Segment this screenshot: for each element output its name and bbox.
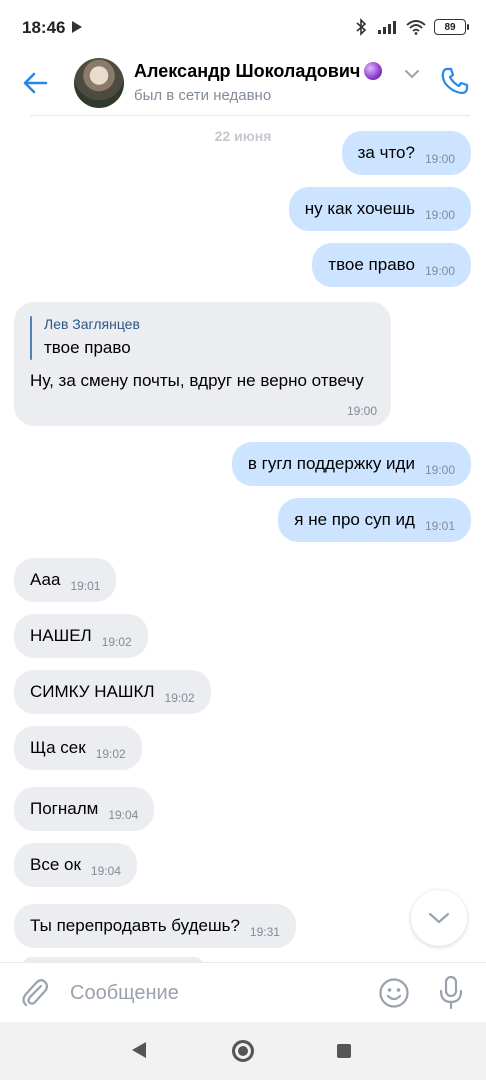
message-text: твое право [328,255,415,274]
message-bubble-outgoing[interactable]: в гугл поддержку иди 19:00 [231,442,471,486]
message-time: 19:00 [424,463,455,477]
message-composer [0,962,486,1022]
message-text: Ща сек [30,738,86,757]
message-bubble-incoming-reply[interactable]: Лев Заглянцев твое право Ну, за смену по… [14,302,391,426]
message-time: 19:04 [108,808,139,822]
status-bar: 18:46 89 [0,0,486,56]
message-bubble-incoming[interactable]: Ааа 19:01 [14,558,117,602]
message-text: в гугл поддержку иди [247,454,415,473]
message-bubble-incoming[interactable]: НАШЕЛ 19:02 [14,614,148,658]
message-list[interactable]: 22 июня за что? 19:00 ну как хочешь 19:0… [0,112,486,962]
message-time: 19:04 [90,864,121,878]
message-text: Погналм [30,799,99,818]
message-time: 19:01 [424,519,455,533]
message-time: 19:01 [70,579,101,593]
message-time: 19:00 [424,208,455,222]
message-text: НАШЕЛ [30,626,92,645]
reply-quoted-text[interactable]: твое право [44,338,131,358]
status-time: 18:46 [22,18,66,37]
avatar[interactable] [74,58,124,108]
message-time: 19:00 [346,404,377,418]
message-text: ну как хочешь [304,199,415,218]
message-time: 19:00 [424,264,455,278]
paperclip-icon[interactable] [20,977,50,1009]
message-bubble-outgoing[interactable]: твое право 19:00 [312,243,471,287]
message-time: 19:02 [101,635,132,649]
message-bubble-incoming[interactable]: СИМКУ НАШКЛ 19:02 [14,670,211,714]
message-time: 19:02 [164,691,195,705]
message-bubble-incoming[interactable]: Ты перепродавть будешь? 19:31 [14,904,296,948]
system-nav-bar [0,1022,486,1080]
message-bubble-incoming[interactable]: Погналм 19:04 [14,787,155,831]
contact-name-row[interactable]: Александр Шоколадович [134,61,383,82]
nav-recent-icon[interactable] [337,1044,351,1058]
nav-back-icon[interactable] [132,1042,146,1058]
message-text: Ты перепродавть будешь? [30,916,240,935]
back-arrow-icon[interactable] [18,66,52,100]
scroll-down-button[interactable] [411,890,467,946]
contact-status: был в сети недавно [134,87,272,104]
reply-author[interactable]: Лев Заглянцев [44,316,140,332]
microphone-icon[interactable] [438,975,464,1011]
crystal-ball-emoji [364,62,383,80]
message-bubble-outgoing[interactable]: за что? 19:00 [341,131,471,175]
message-bubble-outgoing[interactable]: ну как хочешь 19:00 [288,187,471,231]
phone-icon[interactable] [440,66,470,96]
chat-header: Александр Шоколадович был в сети недавно [0,56,486,112]
bluetooth-icon [356,18,367,36]
chevron-down-icon[interactable] [404,68,420,80]
quote-bar [30,316,32,360]
play-icon [72,21,82,33]
message-text: за что? [357,143,415,162]
smile-icon[interactable] [378,977,410,1009]
divider [30,112,470,116]
message-bubble-outgoing[interactable]: я не про суп ид 19:01 [278,498,471,542]
message-text: СИМКУ НАШКЛ [30,682,155,701]
battery-icon: 89 [434,19,469,35]
signal-icon [378,21,396,34]
chevron-down-icon [428,912,450,924]
message-text: Все ок [30,855,81,874]
message-bubble-incoming[interactable]: Ща сек 19:02 [14,726,142,770]
message-time: 19:00 [424,152,455,166]
message-time: 19:02 [95,747,126,761]
message-text: Ааа [30,570,61,589]
contact-name[interactable]: Александр Шоколадович [134,61,360,81]
wifi-icon [406,20,426,35]
nav-home-icon[interactable] [232,1040,254,1062]
message-bubble-incoming[interactable]: Все ок 19:04 [14,843,137,887]
status-icons: 89 [354,18,469,36]
message-text: я не про суп ид [294,510,415,529]
message-text: Ну, за смену почты, вдруг не верно отвеч… [30,371,364,390]
message-time: 19:31 [249,925,280,939]
message-input[interactable] [70,977,360,1009]
